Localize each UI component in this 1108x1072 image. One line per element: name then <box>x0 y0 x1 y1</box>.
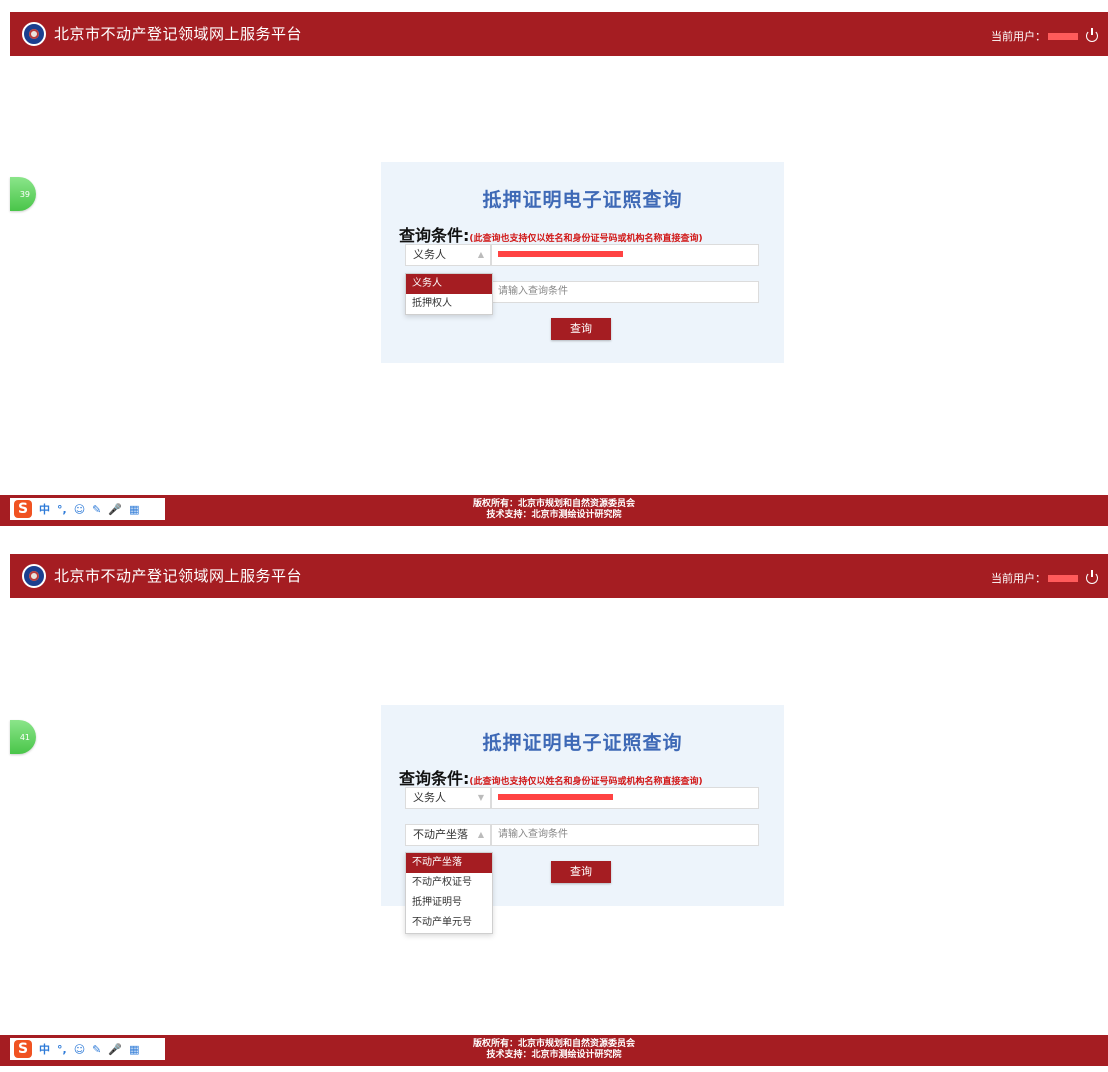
user-area: 当前用户： <box>991 570 1098 586</box>
top-header: 北京市不动产登记领域网上服务平台 当前用户： <box>10 12 1108 56</box>
footer-text: 版权所有：北京市规划和自然资源委员会 技术支持：北京市测绘设计研究院 <box>0 499 1108 521</box>
dropdown-option[interactable]: 抵押证明号 <box>406 893 492 913</box>
condition-label: 查询条件:(此查询也支持仅以姓名和身份证号码或机构名称直接查询) <box>399 765 703 789</box>
screenshot-top: 北京市不动产登记领域网上服务平台 当前用户： 39 抵押证明电子证照查询 查询条… <box>0 0 1108 530</box>
input-placeholder: 请输入查询条件 <box>498 829 568 840</box>
query-condition-input[interactable]: 请输入查询条件 <box>491 281 759 303</box>
footer: S 中 °, ☺ ✎ 🎤 ▦ 版权所有：北京市规划和自然资源委员会 技术支持：北… <box>0 1035 1108 1066</box>
footer: S 中 °, ☺ ✎ 🎤 ▦ 版权所有：北京市规划和自然资源委员会 技术支持：北… <box>0 495 1108 526</box>
platform-logo-icon <box>22 22 46 46</box>
input-placeholder: 请输入查询条件 <box>498 286 568 297</box>
current-user-label: 当前用户： <box>991 572 1046 585</box>
dropdown-option[interactable]: 义务人 <box>406 274 492 294</box>
query-condition-input[interactable]: 请输入查询条件 <box>491 824 759 846</box>
footer-support: 技术支持：北京市测绘设计研究院 <box>486 1050 622 1060</box>
query-card: 抵押证明电子证照查询 查询条件:(此查询也支持仅以姓名和身份证号码或机构名称直接… <box>381 162 784 363</box>
floating-badge[interactable]: 39 <box>10 177 36 211</box>
party-type-select[interactable]: 义务人 ▼ <box>405 787 491 809</box>
query-card: 抵押证明电子证照查询 查询条件:(此查询也支持仅以姓名和身份证号码或机构名称直接… <box>381 705 784 934</box>
condition-label-text: 查询条件: <box>399 769 470 788</box>
footer-copyright: 版权所有：北京市规划和自然资源委员会 <box>472 1039 635 1049</box>
party-type-dropdown: 义务人 抵押权人 <box>405 273 493 315</box>
dropdown-option[interactable]: 不动产单元号 <box>406 913 492 933</box>
current-user-label: 当前用户： <box>991 30 1046 43</box>
platform-logo-icon <box>22 564 46 588</box>
chevron-up-icon: ▲ <box>477 250 484 259</box>
property-field-select[interactable]: 不动产坐落 ▲ <box>405 824 491 846</box>
property-field-value: 不动产坐落 <box>413 828 468 841</box>
user-name-redacted <box>1048 32 1078 40</box>
query-title: 抵押证明电子证照查询 <box>482 732 683 754</box>
dropdown-option[interactable]: 不动产权证号 <box>406 873 492 893</box>
app-title: 北京市不动产登记领域网上服务平台 <box>54 567 303 585</box>
party-type-value: 义务人 <box>413 248 446 261</box>
party-type-value: 义务人 <box>413 791 446 804</box>
floating-badge[interactable]: 41 <box>10 720 36 754</box>
party-type-select[interactable]: 义务人 ▲ <box>405 244 491 266</box>
dropdown-option[interactable]: 不动产坐落 <box>406 853 492 873</box>
condition-note: (此查询也支持仅以姓名和身份证号码或机构名称直接查询) <box>469 234 703 244</box>
party-name-input[interactable] <box>491 787 759 809</box>
chevron-down-icon: ▼ <box>477 793 484 802</box>
condition-note: (此查询也支持仅以姓名和身份证号码或机构名称直接查询) <box>469 777 703 787</box>
query-button[interactable]: 查询 <box>551 318 611 340</box>
dropdown-option[interactable]: 抵押权人 <box>406 294 492 314</box>
footer-text: 版权所有：北京市规划和自然资源委员会 技术支持：北京市测绘设计研究院 <box>0 1039 1108 1061</box>
badge-count: 39 <box>19 189 30 199</box>
top-header: 北京市不动产登记领域网上服务平台 当前用户： <box>10 554 1108 598</box>
redacted-value <box>498 794 613 800</box>
chevron-up-icon: ▲ <box>477 830 484 839</box>
property-field-dropdown: 不动产坐落 不动产权证号 抵押证明号 不动产单元号 <box>405 852 493 934</box>
logout-power-icon[interactable] <box>1086 28 1098 42</box>
footer-support: 技术支持：北京市测绘设计研究院 <box>486 510 622 520</box>
query-title: 抵押证明电子证照查询 <box>482 189 683 211</box>
badge-count: 41 <box>19 732 30 742</box>
logout-power-icon[interactable] <box>1086 570 1098 584</box>
redacted-value <box>498 251 623 257</box>
footer-copyright: 版权所有：北京市规划和自然资源委员会 <box>472 499 635 509</box>
screenshot-bottom: 北京市不动产登记领域网上服务平台 当前用户： 41 抵押证明电子证照查询 查询条… <box>0 542 1108 1072</box>
user-name-redacted <box>1048 574 1078 582</box>
party-name-input[interactable] <box>491 244 759 266</box>
app-title: 北京市不动产登记领域网上服务平台 <box>54 25 303 43</box>
query-button[interactable]: 查询 <box>551 861 611 883</box>
condition-label: 查询条件:(此查询也支持仅以姓名和身份证号码或机构名称直接查询) <box>399 222 703 246</box>
user-area: 当前用户： <box>991 28 1098 44</box>
condition-label-text: 查询条件: <box>399 226 470 245</box>
